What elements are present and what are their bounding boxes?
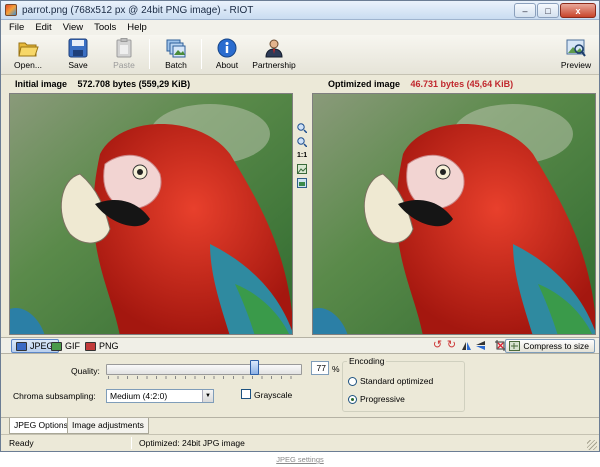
compress-to-size-button[interactable]: Compress to size	[505, 339, 595, 353]
format-bar: JPEG GIF PNG ↺ ↻ Compress to size	[1, 337, 599, 354]
format-gif-label: GIF	[65, 341, 80, 351]
initial-image-pane[interactable]	[9, 93, 293, 335]
screenshot-caption: JPEG settings	[276, 455, 324, 464]
toolbar-separator	[201, 39, 202, 69]
status-ready: Ready	[9, 438, 34, 448]
tab-jpeg-options[interactable]: JPEG Options	[9, 418, 73, 434]
quality-percent-sign: %	[332, 364, 340, 374]
preview-label: Preview	[560, 60, 592, 70]
save-button[interactable]: Save	[57, 36, 99, 73]
parrot-image-optimized	[313, 94, 595, 334]
paste-button[interactable]: Paste	[103, 36, 145, 73]
save-label: Save	[68, 60, 88, 70]
compare-image-icon[interactable]	[297, 178, 307, 188]
about-label: About	[215, 60, 239, 70]
toolbar-separator	[149, 39, 150, 69]
close-button[interactable]: x	[560, 3, 596, 18]
resize-grip[interactable]	[587, 440, 597, 450]
chroma-subsampling-select[interactable]: Medium (4:2:0) ▼	[106, 389, 214, 403]
about-button[interactable]: About	[206, 36, 248, 73]
quality-input[interactable]: 77	[311, 361, 329, 375]
menu-help[interactable]: Help	[127, 22, 147, 33]
encoding-title: Encoding	[347, 356, 387, 366]
initial-image-size: 572.708 bytes (559,29 KiB)	[77, 79, 191, 89]
options-tabs: JPEG Options Image adjustments	[1, 417, 599, 434]
clipboard-icon	[113, 38, 135, 58]
maximize-button[interactable]: □	[537, 3, 559, 18]
open-label: Open...	[14, 60, 42, 70]
riot-window: parrot.png (768x512 px @ 24bit PNG image…	[0, 0, 600, 452]
batch-label: Batch	[165, 60, 187, 70]
zoom-actual-size-button[interactable]: 1:1	[297, 151, 307, 160]
partnership-label: Partnership	[252, 60, 296, 70]
person-icon	[263, 38, 285, 58]
tab-image-adjustments[interactable]: Image adjustments	[67, 418, 149, 434]
chroma-subsampling-label: Chroma subsampling:	[13, 391, 96, 401]
optimized-image-pane[interactable]	[312, 93, 596, 335]
window-title: parrot.png (768x512 px @ 24bit PNG image…	[22, 4, 254, 16]
app-icon	[5, 4, 17, 16]
quality-slider-ticks	[108, 376, 300, 379]
initial-image-header: Initial image 572.708 bytes (559,29 KiB)	[15, 79, 190, 89]
paste-label: Paste	[113, 60, 135, 70]
preview-button[interactable]: Preview	[555, 36, 597, 73]
rotate-left-icon[interactable]: ↺	[432, 340, 443, 351]
status-bar: Ready Optimized: 24bit JPG image	[1, 434, 599, 451]
standard-optimized-radio[interactable]	[348, 377, 357, 386]
menu-file[interactable]: File	[9, 22, 24, 33]
optimized-image-label: Optimized image	[328, 79, 401, 89]
flip-horizontal-icon[interactable]	[461, 340, 472, 351]
encoding-group	[342, 361, 465, 412]
fit-image-icon[interactable]	[297, 164, 307, 174]
chevron-down-icon: ▼	[202, 390, 213, 402]
toolbar: Open... Save Paste Batch About Partnersh…	[1, 35, 599, 75]
format-png-label: PNG	[99, 341, 119, 351]
flip-vertical-icon[interactable]	[475, 340, 486, 351]
format-tab-png[interactable]: PNG	[81, 339, 123, 353]
compress-icon	[509, 341, 521, 351]
progressive-radio[interactable]	[348, 395, 357, 404]
optimized-image-size: 46.731 bytes (45,64 KiB)	[410, 79, 514, 89]
info-icon	[216, 38, 238, 58]
open-button[interactable]: Open...	[7, 36, 49, 73]
menu-bar: File Edit View Tools Help	[1, 20, 599, 35]
rotate-right-icon[interactable]: ↻	[446, 340, 457, 351]
optimized-image-header: Optimized image 46.731 bytes (45,64 KiB)	[328, 79, 513, 89]
preview-magnifier-icon	[565, 38, 587, 58]
floppy-disk-icon	[67, 38, 89, 58]
status-divider	[131, 437, 132, 449]
status-optimized-info: Optimized: 24bit JPG image	[139, 438, 245, 448]
jpeg-format-icon	[16, 341, 27, 351]
menu-edit[interactable]: Edit	[35, 22, 51, 33]
minimize-button[interactable]: –	[514, 3, 536, 18]
gif-format-icon	[51, 341, 62, 351]
png-format-icon	[85, 341, 96, 351]
zoom-in-icon[interactable]	[297, 123, 308, 134]
grayscale-checkbox[interactable]	[241, 389, 251, 399]
grayscale-label: Grayscale	[254, 390, 293, 400]
compress-to-size-label: Compress to size	[523, 341, 589, 351]
folder-open-icon	[17, 38, 39, 58]
standard-optimized-label: Standard optimized	[360, 376, 434, 386]
chroma-subsampling-value: Medium (4:2:0)	[110, 391, 168, 401]
zoom-out-icon[interactable]	[297, 137, 308, 148]
batch-images-icon	[165, 38, 187, 58]
initial-image-label: Initial image	[15, 79, 68, 89]
quality-slider-thumb[interactable]	[249, 360, 259, 375]
format-tab-gif[interactable]: GIF	[47, 339, 84, 353]
parrot-image-initial	[10, 94, 292, 334]
zoom-controls: 1:1	[295, 123, 309, 188]
jpeg-options-panel: Quality: 77 % Chroma subsampling: Medium…	[1, 355, 599, 417]
quality-slider[interactable]	[106, 364, 302, 375]
partnership-button[interactable]: Partnership	[251, 36, 297, 73]
title-bar[interactable]: parrot.png (768x512 px @ 24bit PNG image…	[1, 1, 599, 20]
menu-tools[interactable]: Tools	[94, 22, 116, 33]
batch-button[interactable]: Batch	[155, 36, 197, 73]
quality-label: Quality:	[71, 366, 100, 376]
menu-view[interactable]: View	[63, 22, 83, 33]
progressive-label: Progressive	[360, 394, 405, 404]
